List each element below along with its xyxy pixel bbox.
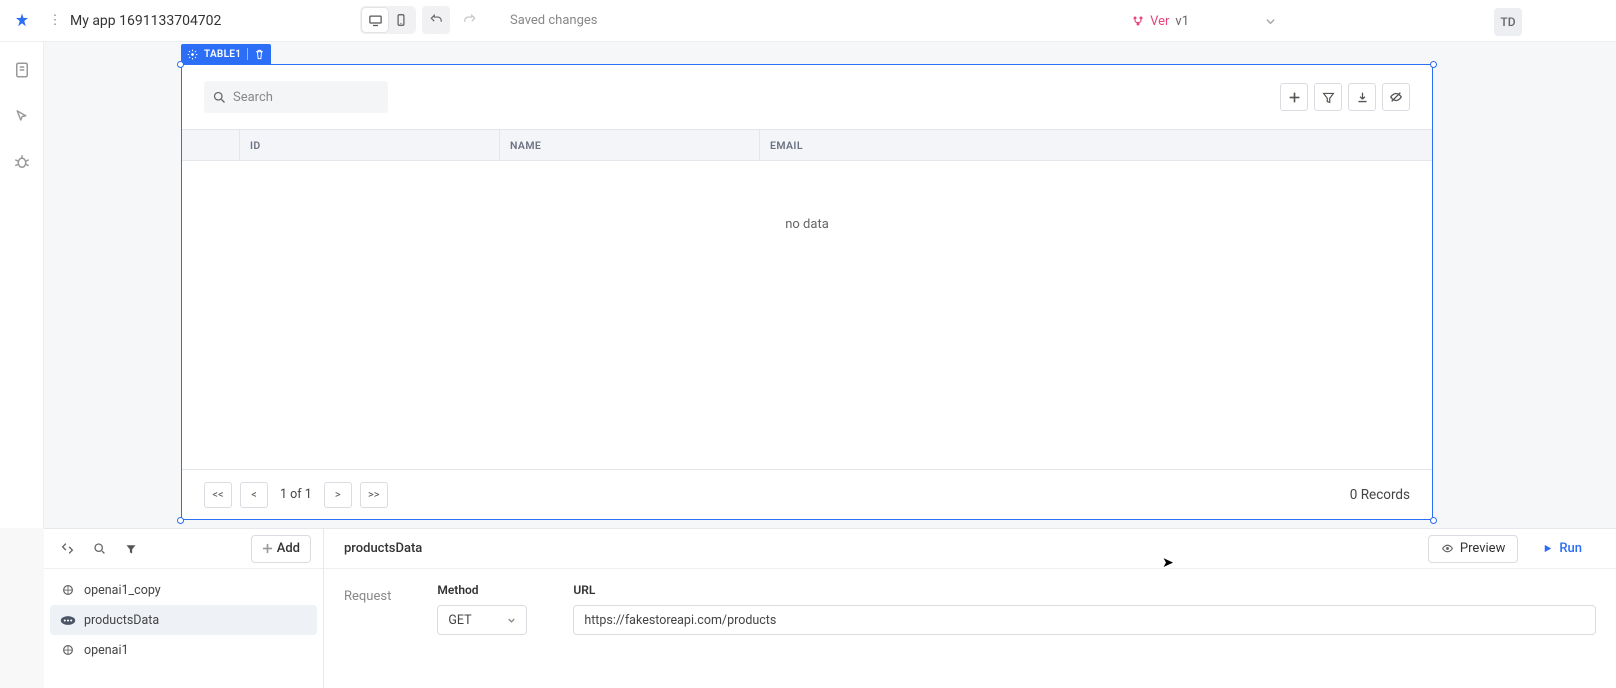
- pagination: << < 1 of 1 > >>: [204, 482, 388, 508]
- left-sidebar: [0, 42, 44, 528]
- page-first-button[interactable]: <<: [204, 482, 232, 508]
- pointer-icon[interactable]: [12, 106, 32, 126]
- query-filter-icon[interactable]: [120, 538, 142, 560]
- url-input[interactable]: [573, 605, 1596, 635]
- query-list-toolbar: Add: [44, 529, 323, 569]
- widget-selection-tag[interactable]: TABLE1: [181, 44, 271, 64]
- query-item-label: openai1_copy: [84, 583, 161, 598]
- app-logo[interactable]: [0, 12, 44, 30]
- search-input[interactable]: [233, 90, 380, 105]
- add-query-button[interactable]: Add: [251, 535, 311, 563]
- query-list: openai1_copy productsData openai1: [44, 569, 323, 688]
- table-footer: << < 1 of 1 > >> 0 Records: [182, 469, 1432, 519]
- add-row-button[interactable]: [1280, 83, 1308, 111]
- gear-icon: [187, 49, 198, 60]
- search-icon: [212, 90, 227, 105]
- add-button-label: Add: [277, 541, 300, 556]
- filter-button[interactable]: [1314, 83, 1342, 111]
- query-search-icon[interactable]: [88, 538, 110, 560]
- page-info: 1 of 1: [280, 487, 312, 502]
- query-list-pane: Add openai1_copy productsData openai1: [44, 529, 324, 688]
- run-label: Run: [1559, 541, 1582, 556]
- query-item-openai1-copy[interactable]: openai1_copy: [50, 575, 317, 605]
- resize-handle-bl[interactable]: [177, 517, 184, 524]
- eye-icon: [1441, 542, 1454, 555]
- user-avatar[interactable]: TD: [1494, 8, 1522, 36]
- query-item-label: openai1: [84, 643, 129, 658]
- version-label: Ver: [1150, 14, 1169, 29]
- app-menu-icon[interactable]: ⋮: [44, 13, 66, 28]
- url-label: URL: [573, 583, 1596, 597]
- records-count: 0 Records: [1350, 487, 1410, 503]
- query-item-productsdata[interactable]: productsData: [50, 605, 317, 635]
- top-bar: ⋮ My app 1691133704702 Saved changes Ver…: [0, 0, 1616, 42]
- canvas[interactable]: TABLE1: [44, 42, 1616, 528]
- device-toggle-group: [360, 6, 416, 34]
- save-status: Saved changes: [510, 13, 597, 28]
- table-content: ID NAME EMAIL no data << < 1 of 1 > >> 0…: [182, 65, 1432, 519]
- play-icon: [1542, 543, 1553, 554]
- url-field-group: URL: [573, 583, 1596, 674]
- method-select[interactable]: GET: [437, 605, 527, 635]
- api-datasource-icon: [60, 614, 76, 626]
- query-editor-pane: productsData Preview Run Request: [324, 529, 1616, 688]
- column-header-name[interactable]: NAME: [500, 130, 760, 160]
- download-button[interactable]: [1348, 83, 1376, 111]
- version-selector[interactable]: Ver v1: [1132, 0, 1276, 42]
- desktop-view-button[interactable]: [362, 8, 388, 32]
- debug-icon[interactable]: [12, 152, 32, 172]
- query-panel: Add openai1_copy productsData openai1: [44, 528, 1616, 688]
- resize-handle-tl[interactable]: [177, 61, 184, 68]
- query-editor-body: Request Method GET URL: [324, 569, 1616, 688]
- row-select-column: [182, 130, 240, 160]
- openai-icon: [60, 644, 76, 656]
- openai-icon: [60, 584, 76, 596]
- column-header-email[interactable]: EMAIL: [760, 130, 1432, 160]
- version-value: v1: [1175, 14, 1189, 29]
- method-label: Method: [437, 583, 527, 597]
- plus-icon: [262, 543, 273, 554]
- pages-icon[interactable]: [12, 60, 32, 80]
- redo-button[interactable]: [456, 6, 484, 34]
- table-widget[interactable]: TABLE1: [181, 44, 1433, 520]
- page-prev-button[interactable]: <: [240, 482, 268, 508]
- app-title: My app 1691133704702: [70, 13, 221, 29]
- resize-handle-tr[interactable]: [1430, 61, 1437, 68]
- method-field-group: Method GET: [437, 583, 527, 674]
- preview-label: Preview: [1460, 541, 1505, 556]
- page-last-button[interactable]: >>: [360, 482, 388, 508]
- table-action-icons: [1280, 83, 1410, 111]
- preview-button[interactable]: Preview: [1428, 535, 1518, 563]
- query-item-openai1[interactable]: openai1: [50, 635, 317, 665]
- query-name-label[interactable]: productsData: [344, 541, 422, 556]
- chevron-down-icon: [507, 616, 516, 625]
- hide-columns-button[interactable]: [1382, 83, 1410, 111]
- query-actions: Preview Run: [1428, 535, 1596, 563]
- query-editor-header: productsData Preview Run: [324, 529, 1616, 569]
- toolbar-center: Saved changes: [360, 6, 597, 34]
- table-body-empty: no data: [182, 161, 1432, 469]
- column-header-id[interactable]: ID: [240, 130, 500, 160]
- method-value: GET: [448, 613, 471, 628]
- table-search[interactable]: [204, 81, 388, 113]
- trash-icon[interactable]: [254, 49, 265, 60]
- request-section-label: Request: [344, 583, 391, 674]
- chevron-down-icon: [1265, 16, 1276, 27]
- tag-separator: [247, 48, 248, 60]
- empty-state-text: no data: [785, 217, 829, 232]
- page-next-button[interactable]: >: [324, 482, 352, 508]
- run-button[interactable]: Run: [1528, 535, 1596, 563]
- query-item-label: productsData: [84, 613, 159, 628]
- widget-tag-label: TABLE1: [204, 49, 241, 60]
- collapse-icon[interactable]: [56, 538, 78, 560]
- table-header-row: ID NAME EMAIL: [182, 129, 1432, 161]
- resize-handle-br[interactable]: [1430, 517, 1437, 524]
- branch-icon: [1132, 15, 1144, 27]
- table-toolbar: [182, 65, 1432, 129]
- undo-button[interactable]: [422, 6, 450, 34]
- mobile-view-button[interactable]: [388, 8, 414, 32]
